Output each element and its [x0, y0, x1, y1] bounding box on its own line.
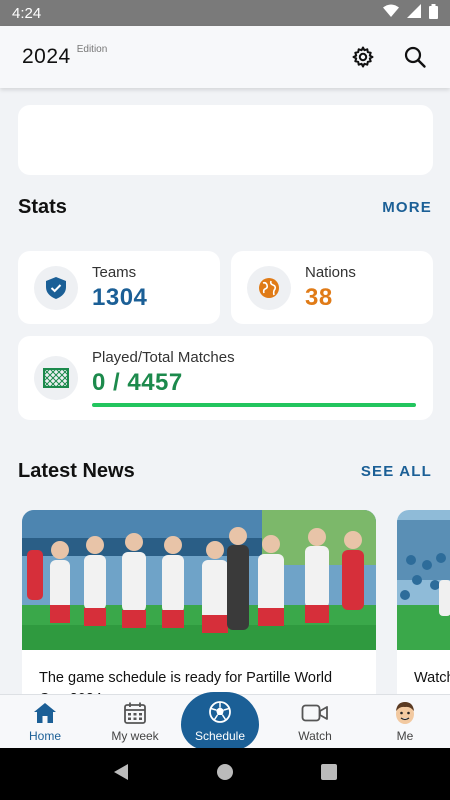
video-camera-icon: [301, 700, 329, 726]
news-card[interactable]: Watch Cup 2: [397, 510, 450, 694]
main-content[interactable]: Stats MORE Teams 1304 Nations 38 Played/…: [0, 90, 450, 694]
teams-value: 1304: [92, 283, 148, 311]
nav-my-week-label: My week: [111, 729, 159, 743]
nav-schedule-label: Schedule: [194, 728, 246, 743]
news-item-title: Watch Cup 2: [414, 670, 450, 686]
nav-watch-label: Watch: [298, 729, 332, 743]
goal-net-icon: [34, 356, 78, 400]
news-title: Latest News: [18, 460, 135, 482]
status-bar: 4:24: [0, 0, 450, 26]
news-image: [22, 510, 376, 650]
nations-value: 38: [305, 283, 333, 311]
signal-icon: [407, 4, 421, 22]
banner-card[interactable]: [18, 105, 433, 175]
news-see-all-link[interactable]: SEE ALL: [361, 463, 432, 480]
stats-title: Stats: [18, 196, 67, 218]
battery-icon: [429, 3, 438, 23]
search-icon[interactable]: [402, 44, 428, 70]
matches-value: 0 / 4457: [92, 369, 183, 396]
matches-stat-card[interactable]: Played/Total Matches 0 / 4457: [18, 336, 433, 420]
home-circle-icon[interactable]: [216, 763, 234, 786]
news-header: Latest News SEE ALL: [18, 460, 432, 483]
recents-square-icon[interactable]: [320, 763, 337, 785]
nations-label: Nations: [305, 263, 356, 281]
calendar-icon: [123, 700, 147, 726]
stats-header: Stats MORE: [18, 196, 432, 219]
teams-label: Teams: [92, 263, 137, 281]
matches-progress-bar: [92, 403, 416, 407]
news-item-title: The game schedule is ready for Partille …: [39, 670, 333, 694]
system-navigation-bar: [0, 748, 450, 800]
status-time: 4:24: [12, 4, 42, 22]
nav-home-label: Home: [28, 729, 61, 743]
nav-me[interactable]: Me: [360, 694, 450, 748]
avatar-memoji-icon: [393, 700, 417, 726]
app-title: 2024: [22, 45, 71, 68]
app-bar: 2024 Edition: [0, 26, 450, 88]
stats-more-link[interactable]: MORE: [382, 199, 432, 216]
nav-my-week[interactable]: My week: [90, 694, 180, 748]
app-edition-label: Edition: [76, 43, 108, 55]
nav-schedule-button[interactable]: Schedule: [181, 692, 259, 750]
home-icon: [33, 700, 57, 726]
globe-icon: [247, 265, 291, 310]
soccer-ball-icon: [208, 700, 232, 727]
matches-label: Played/Total Matches: [92, 349, 235, 366]
matches-progress-fill: [92, 403, 416, 407]
nav-me-label: Me: [396, 729, 414, 743]
nav-watch[interactable]: Watch: [270, 694, 360, 748]
wifi-icon: [383, 4, 399, 22]
news-card[interactable]: The game schedule is ready for Partille …: [22, 510, 376, 694]
nations-stat-card[interactable]: Nations 38: [231, 251, 433, 324]
settings-gear-icon[interactable]: [350, 44, 376, 70]
shield-check-icon: [34, 265, 78, 310]
nav-home[interactable]: Home: [0, 694, 90, 748]
back-icon[interactable]: [113, 763, 129, 786]
news-image: [397, 510, 450, 650]
teams-stat-card[interactable]: Teams 1304: [18, 251, 220, 324]
